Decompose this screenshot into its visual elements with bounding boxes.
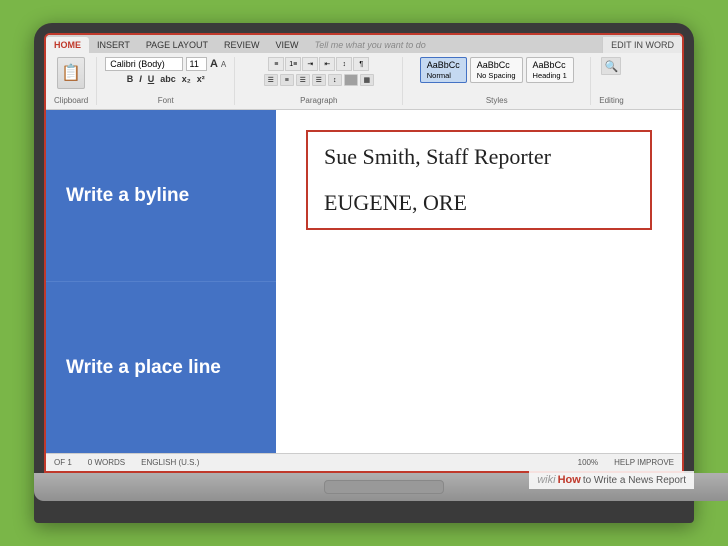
zoom-level: 100% [578, 458, 598, 467]
editing-section: 🔍 Editing [599, 57, 631, 105]
italic-button[interactable]: I [137, 74, 144, 84]
laptop-screen: HOME INSERT PAGE LAYOUT REVIEW VIEW Tell… [44, 33, 684, 473]
trackpad[interactable] [324, 480, 444, 494]
status-bar: OF 1 0 WORDS ENGLISH (U.S.) 100% HELP IM… [46, 453, 682, 471]
help-improve[interactable]: HELP IMPROVE [614, 458, 674, 467]
styles-row: AaBbCcNormal AaBbCcNo Spacing AaBbCcHead… [420, 57, 574, 83]
ribbon: HOME INSERT PAGE LAYOUT REVIEW VIEW Tell… [46, 35, 682, 110]
styles-section: AaBbCcNormal AaBbCcNo Spacing AaBbCcHead… [411, 57, 591, 105]
doc-content[interactable]: Sue Smith, Staff Reporter EUGENE, ORE [276, 110, 682, 453]
language-indicator: ENGLISH (U.S.) [141, 458, 199, 467]
ribbon-tabs: HOME INSERT PAGE LAYOUT REVIEW VIEW Tell… [46, 35, 682, 53]
tab-review[interactable]: REVIEW [216, 37, 268, 53]
align-center-icon[interactable]: ≡ [280, 74, 294, 86]
wikihow-wiki: wiki [537, 474, 555, 486]
style-normal-button[interactable]: AaBbCcNormal [420, 57, 467, 83]
superscript-button[interactable]: x² [195, 74, 207, 84]
list-icons: ≡ 1≡ ⇥ ⇤ ↕ ¶ [268, 57, 369, 71]
find-icon[interactable]: 🔍 [601, 57, 621, 75]
font-top: Calibri (Body) 11 A A [105, 57, 226, 71]
subscript-button[interactable]: x₂ [180, 74, 193, 84]
clipboard-section: 📋 Clipboard [54, 57, 97, 105]
placeline-text: EUGENE, ORE [324, 190, 634, 216]
strikethrough-button[interactable]: abc [158, 74, 178, 84]
font-section: Calibri (Body) 11 A A B I U abc x₂ x² Fo… [105, 57, 235, 105]
align-icons: ☰ ≡ ☰ ☰ ↕ ▦ [264, 74, 374, 86]
doc-area: Write a byline Write a place line Sue Sm… [46, 110, 682, 453]
tab-insert[interactable]: INSERT [89, 37, 138, 53]
page-count: OF 1 [54, 458, 72, 467]
byline-text: Sue Smith, Staff Reporter [324, 144, 634, 170]
status-right: 100% HELP IMPROVE [578, 458, 674, 467]
sort-icon[interactable]: ↕ [336, 57, 352, 71]
tab-page-layout[interactable]: PAGE LAYOUT [138, 37, 216, 53]
show-marks-icon[interactable]: ¶ [353, 57, 369, 71]
font-label: Font [158, 96, 174, 105]
font-shrink-icon[interactable]: A [221, 60, 226, 69]
align-left-icon[interactable]: ☰ [264, 74, 278, 86]
font-size-box[interactable]: 11 [186, 57, 207, 71]
wikihow-how: How [558, 474, 581, 486]
underline-button[interactable]: U [146, 74, 157, 84]
laptop: HOME INSERT PAGE LAYOUT REVIEW VIEW Tell… [34, 23, 694, 523]
highlighted-box: Sue Smith, Staff Reporter EUGENE, ORE [306, 130, 652, 230]
style-heading1-button[interactable]: AaBbCcHeading 1 [526, 57, 574, 83]
justify-icon[interactable]: ☰ [312, 74, 326, 86]
indent-icon[interactable]: ⇥ [302, 57, 318, 71]
byline-label: Write a byline [46, 110, 276, 282]
editing-label: Editing [599, 96, 623, 105]
paragraph-section: ≡ 1≡ ⇥ ⇤ ↕ ¶ ☰ ≡ ☰ ☰ ↕ ▦ [243, 57, 403, 105]
tab-home[interactable]: HOME [46, 37, 89, 53]
placeline-label: Write a place line [46, 282, 276, 453]
font-name-box[interactable]: Calibri (Body) [105, 57, 182, 71]
styles-label: Styles [486, 96, 508, 105]
shading-icon[interactable] [344, 74, 358, 86]
bold-button[interactable]: B [125, 74, 136, 84]
word-count: 0 WORDS [88, 458, 125, 467]
font-controls: B I U abc x₂ x² [125, 74, 207, 84]
style-no-spacing-button[interactable]: AaBbCcNo Spacing [470, 57, 523, 83]
borders-icon[interactable]: ▦ [360, 74, 374, 86]
clipboard-label: Clipboard [54, 96, 88, 105]
tab-view[interactable]: VIEW [268, 37, 307, 53]
numbered-list-icon[interactable]: 1≡ [285, 57, 301, 71]
paragraph-label: Paragraph [300, 96, 337, 105]
bullet-list-icon[interactable]: ≡ [268, 57, 284, 71]
label-panel: Write a byline Write a place line [46, 110, 276, 453]
edit-in-word-button[interactable]: EDIT IN WORD [602, 37, 682, 53]
wikihow-badge: wiki How to Write a News Report [529, 471, 694, 489]
font-grow-icon[interactable]: A [210, 58, 218, 70]
outdent-icon[interactable]: ⇤ [319, 57, 335, 71]
align-right-icon[interactable]: ☰ [296, 74, 310, 86]
ribbon-content: 📋 Clipboard Calibri (Body) 11 A A B I U [46, 53, 682, 109]
line-spacing-icon[interactable]: ↕ [328, 74, 342, 86]
paste-button[interactable]: 📋 [57, 57, 85, 89]
wikihow-text: to Write a News Report [583, 475, 686, 486]
tell-input[interactable]: Tell me what you want to do [307, 37, 603, 53]
